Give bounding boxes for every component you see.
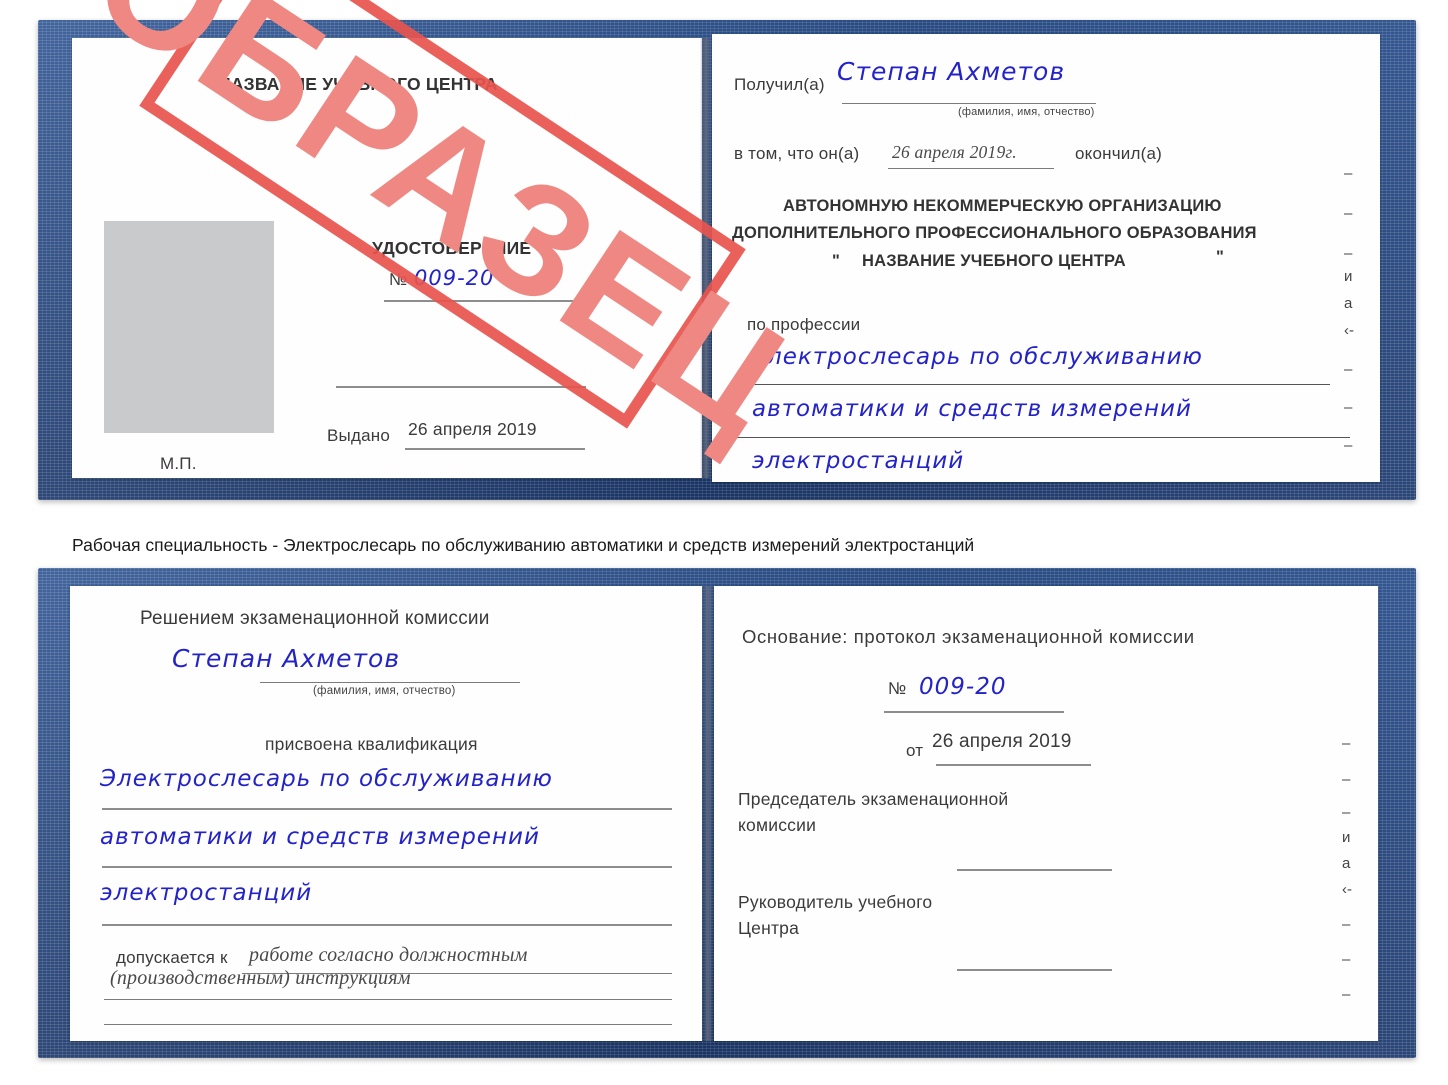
profession-label: по профессии (747, 315, 861, 334)
name-hint: (фамилия, имя, отчество) (958, 106, 1095, 118)
edge-fragment: ‹- (1344, 322, 1354, 339)
org-line-2: ДОПОЛНИТЕЛЬНОГО ПРОФЕССИОНАЛЬНОГО ОБРАЗО… (732, 224, 1257, 242)
allowed-value-line-2: (производственным) инструкциям (110, 967, 411, 989)
front-spine (700, 38, 712, 478)
completion-date: 26 апреля 2019г. (892, 142, 1017, 162)
received-label: Получил(а) (734, 75, 825, 94)
edge-fragment: – (1342, 804, 1351, 821)
edge-fragment: – (1344, 399, 1353, 416)
doc-type: УДОСТОВЕРЕНИЕ (372, 238, 532, 258)
allowed-rule-2 (104, 999, 672, 1000)
inside-name-hint: (фамилия, имя, отчество) (313, 685, 456, 697)
number-value: 009-20 (414, 266, 495, 290)
received-value: Степан Ахметов (837, 57, 1066, 86)
profession-line-2: автоматики и средств измерений (752, 396, 1192, 422)
edge-fragment: – (1342, 986, 1351, 1003)
head-signature-rule (957, 969, 1112, 971)
issued-label: Выдано (327, 426, 390, 445)
front-edge-fragments: – – – и а ‹- – – – (1344, 165, 1370, 475)
qualification-rule-1 (102, 808, 672, 810)
commission-title: Решением экзаменационной комиссии (140, 608, 490, 629)
inside-name-rule (260, 682, 520, 683)
issued-rule (405, 448, 585, 450)
chairman-signature-rule (957, 869, 1112, 871)
edge-fragment: – (1344, 361, 1353, 378)
qualification-line-3: электростанций (100, 880, 313, 906)
inside-spine (702, 586, 714, 1041)
qualification-rule-3 (102, 924, 672, 926)
protocol-date-value: 26 апреля 2019 (932, 731, 1072, 752)
completion-date-rule (888, 168, 1054, 169)
org-quote-close: " (1216, 248, 1225, 266)
protocol-date-rule (936, 764, 1091, 766)
head-line-1: Руководитель учебного (738, 892, 933, 912)
allowed-value-line-1: работе согласно должностным (249, 944, 528, 966)
inside-left-page: Решением экзаменационной комиссии Степан… (70, 586, 702, 1041)
edge-fragment: и (1342, 829, 1351, 846)
protocol-number-rule (884, 711, 1064, 713)
org-line-3: НАЗВАНИЕ УЧЕБНОГО ЦЕНТРА (862, 252, 1126, 270)
edge-fragment: – (1344, 245, 1353, 262)
edge-fragment: – (1342, 771, 1351, 788)
profession-rule-2 (730, 437, 1350, 438)
seal-label: М.П. (160, 454, 197, 473)
photo-placeholder (104, 221, 274, 433)
chairman-line-2: комиссии (738, 815, 817, 835)
profession-line-1: Электрослесарь по обслуживанию (750, 344, 1203, 370)
profession-rule-1 (730, 384, 1330, 385)
qualification-label: присвоена квалификация (265, 734, 478, 754)
edge-fragment: – (1342, 735, 1351, 752)
protocol-number-label: № (888, 679, 907, 698)
edge-fragment: – (1344, 165, 1353, 182)
edge-fragment: – (1342, 951, 1351, 968)
allowed-label: допускается к (116, 948, 228, 967)
edge-fragment: а (1342, 855, 1351, 872)
blank-rule-1 (336, 386, 586, 388)
protocol-date-label: от (906, 741, 924, 760)
basis-label: Основание: протокол экзаменационной коми… (742, 626, 1195, 647)
inside-name-value: Степан Ахметов (172, 644, 401, 673)
inside-right-page: Основание: протокол экзаменационной коми… (714, 586, 1378, 1041)
qualification-line-1: Электрослесарь по обслуживанию (100, 766, 553, 792)
edge-fragment: – (1344, 205, 1353, 222)
number-rule (384, 300, 582, 302)
profession-line-3: электростанций (752, 448, 965, 474)
chairman-line-1: Председатель экзаменационной (738, 789, 1009, 809)
edge-fragment: – (1342, 916, 1351, 933)
qualification-rule-2 (102, 866, 672, 868)
front-right-page: Получил(а) Степан Ахметов (фамилия, имя,… (712, 34, 1380, 482)
issued-value: 26 апреля 2019 (408, 419, 537, 439)
front-left-page: НАЗВАНИЕ УЧЕБНОГО ЦЕНТРА УДОСТОВЕРЕНИЕ №… (72, 38, 702, 478)
org-quote-open: " (832, 252, 841, 270)
received-rule (842, 103, 1096, 104)
edge-fragment: и (1344, 268, 1353, 285)
protocol-number-value: 009-20 (919, 674, 1007, 700)
qualification-line-2: автоматики и средств измерений (100, 824, 540, 850)
page-caption: Рабочая специальность - Электрослесарь п… (72, 535, 975, 555)
finished-label: окончил(а) (1075, 144, 1162, 163)
edge-fragment: – (1344, 437, 1353, 454)
allowed-rule-3 (104, 1024, 672, 1025)
edge-fragment: ‹- (1342, 881, 1352, 898)
number-label: № (389, 270, 408, 289)
inside-edge-fragments: – – – и а ‹- – – – (1342, 735, 1368, 1035)
in-that-label: в том, что он(а) (734, 144, 860, 163)
org-line-1: АВТОНОМНУЮ НЕКОММЕРЧЕСКУЮ ОРГАНИЗАЦИЮ (783, 197, 1222, 215)
edge-fragment: а (1344, 295, 1353, 312)
org-title: НАЗВАНИЕ УЧЕБНОГО ЦЕНТРА (218, 74, 498, 94)
head-line-2: Центра (738, 918, 800, 938)
